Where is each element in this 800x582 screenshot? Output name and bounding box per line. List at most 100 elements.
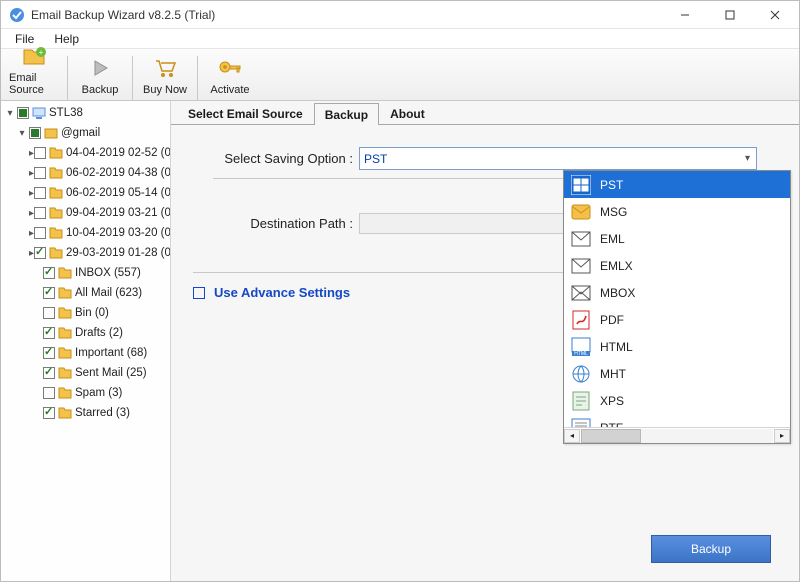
mht-icon: [570, 363, 592, 385]
tree-root[interactable]: ▾ STL38: [1, 103, 170, 123]
advance-settings-checkbox[interactable]: [193, 287, 205, 299]
dropdown-option-rtf[interactable]: RTF RTF: [564, 414, 790, 427]
msg-icon: [570, 201, 592, 223]
svg-text:+: +: [39, 48, 44, 57]
dropdown-option-emlx[interactable]: EMLX: [564, 252, 790, 279]
tree-date-folder[interactable]: ▸ 09-04-2019 03-21 (0): [1, 203, 170, 223]
tab-about[interactable]: About: [379, 102, 436, 124]
tree-date-folder[interactable]: ▸ 06-02-2019 05-14 (0): [1, 183, 170, 203]
tree-date-folder[interactable]: ▸ 06-02-2019 04-38 (0): [1, 163, 170, 183]
checkbox[interactable]: [34, 247, 46, 259]
tree-date-folder[interactable]: ▸ 10-04-2019 03-20 (0): [1, 223, 170, 243]
checkbox[interactable]: [43, 407, 55, 419]
folder-icon: [58, 366, 72, 380]
collapse-icon[interactable]: ▾: [15, 128, 29, 139]
checkbox[interactable]: [34, 227, 46, 239]
tree-date-folder[interactable]: ▸ 04-04-2019 02-52 (0): [1, 143, 170, 163]
toolbar-separator: [67, 56, 68, 100]
tree-label: 09-04-2019 03-21 (0): [66, 207, 171, 219]
tree-mail-folder[interactable]: All Mail (623): [1, 283, 170, 303]
checkbox[interactable]: [34, 207, 46, 219]
tree-label: 06-02-2019 04-38 (0): [66, 167, 171, 179]
checkbox[interactable]: [43, 347, 55, 359]
tree-mail-folder[interactable]: Sent Mail (25): [1, 363, 170, 383]
folder-icon: [58, 286, 72, 300]
scroll-right-icon[interactable]: ▸: [774, 429, 790, 443]
tree-mail-folder[interactable]: INBOX (557): [1, 263, 170, 283]
folder-icon: [58, 266, 72, 280]
tree-mail-folder[interactable]: Spam (3): [1, 383, 170, 403]
folder-icon: [49, 246, 63, 260]
sidebar-tree[interactable]: ▾ STL38 ▾ @gmail ▸ 04-04-2019 02-52 (0) …: [1, 101, 171, 581]
folder-icon: [58, 346, 72, 360]
folder-icon: [58, 326, 72, 340]
saving-option-dropdown[interactable]: PST MSG EML: [563, 170, 791, 444]
checkbox[interactable]: [43, 307, 55, 319]
tab-select-email-source[interactable]: Select Email Source: [177, 102, 314, 124]
toolbar-activate[interactable]: Activate: [202, 55, 258, 100]
dropdown-option-mht[interactable]: MHT: [564, 360, 790, 387]
dropdown-option-msg[interactable]: MSG: [564, 198, 790, 225]
toolbar-backup[interactable]: Backup: [72, 55, 128, 100]
saving-option-select[interactable]: PST ▾: [359, 147, 757, 170]
collapse-icon[interactable]: ▾: [3, 108, 17, 119]
tree-label: Sent Mail (25): [75, 367, 147, 379]
xps-icon: [570, 390, 592, 412]
checkbox[interactable]: [34, 167, 46, 179]
folder-icon: [49, 206, 63, 220]
folder-icon: [58, 386, 72, 400]
checkbox[interactable]: [43, 327, 55, 339]
dropdown-option-pst[interactable]: PST: [564, 171, 790, 198]
tree-date-folder[interactable]: ▸ 29-03-2019 01-28 (0): [1, 243, 170, 263]
tab-backup[interactable]: Backup: [314, 103, 379, 125]
scroll-left-icon[interactable]: ◂: [564, 429, 580, 443]
key-icon: [217, 57, 243, 82]
cart-icon: [153, 57, 177, 82]
minimize-button[interactable]: [662, 1, 707, 29]
checkbox[interactable]: [43, 287, 55, 299]
checkbox[interactable]: [43, 367, 55, 379]
tree-mail-folder[interactable]: Drafts (2): [1, 323, 170, 343]
rtf-icon: RTF: [570, 417, 592, 428]
emlx-icon: [570, 255, 592, 277]
tree-mail-folder[interactable]: Starred (3): [1, 403, 170, 423]
tree-label: Spam (3): [75, 387, 122, 399]
dropdown-option-html[interactable]: HTML HTML: [564, 333, 790, 360]
folder-icon: [49, 166, 63, 180]
folder-icon: [49, 146, 63, 160]
mbox-icon: [570, 282, 592, 304]
tree-label: 10-04-2019 03-20 (0): [66, 227, 171, 239]
saving-option-label: Select Saving Option :: [213, 151, 353, 166]
toolbar-buy-now[interactable]: Buy Now: [137, 55, 193, 100]
dropdown-scrollbar[interactable]: ◂ ▸: [564, 427, 790, 443]
dropdown-option-eml[interactable]: EML: [564, 225, 790, 252]
dropdown-option-mbox[interactable]: MBOX: [564, 279, 790, 306]
option-label: XPS: [600, 394, 624, 408]
checkbox[interactable]: [34, 147, 46, 159]
tree-label: 29-03-2019 01-28 (0): [66, 247, 171, 259]
window-title: Email Backup Wizard v8.2.5 (Trial): [31, 8, 662, 22]
dropdown-option-pdf[interactable]: PDF: [564, 306, 790, 333]
checkbox[interactable]: [17, 107, 29, 119]
tree-account[interactable]: ▾ @gmail: [1, 123, 170, 143]
toolbar-email-source[interactable]: + Email Source: [7, 43, 63, 100]
option-label: PST: [600, 178, 623, 192]
maximize-button[interactable]: [707, 1, 752, 29]
option-label: EML: [600, 232, 625, 246]
chevron-down-icon: ▾: [745, 153, 750, 164]
select-value: PST: [364, 152, 387, 166]
folder-icon: [49, 226, 63, 240]
checkbox[interactable]: [34, 187, 46, 199]
close-button[interactable]: [752, 1, 797, 29]
html-icon: HTML: [570, 336, 592, 358]
option-label: PDF: [600, 313, 624, 327]
toolbar-label: Buy Now: [143, 84, 187, 96]
checkbox[interactable]: [29, 127, 41, 139]
tree-mail-folder[interactable]: Bin (0): [1, 303, 170, 323]
dropdown-option-xps[interactable]: XPS: [564, 387, 790, 414]
option-label: HTML: [600, 340, 633, 354]
checkbox[interactable]: [43, 267, 55, 279]
checkbox[interactable]: [43, 387, 55, 399]
tree-mail-folder[interactable]: Important (68): [1, 343, 170, 363]
backup-button[interactable]: Backup: [651, 535, 771, 563]
